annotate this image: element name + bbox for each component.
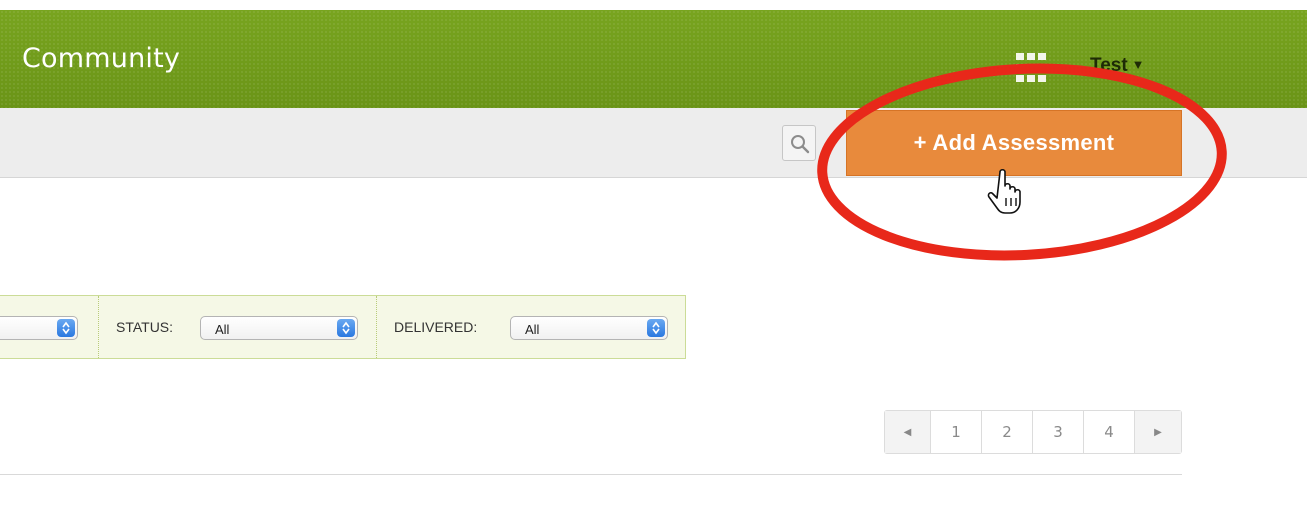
pagination: ◀ 1 2 3 4 ▶ bbox=[884, 410, 1182, 454]
filter-divider bbox=[376, 296, 377, 358]
search-icon bbox=[791, 135, 810, 154]
grid-dot bbox=[1038, 53, 1046, 60]
first-filter-select[interactable] bbox=[0, 316, 78, 340]
pagination-next-icon[interactable]: ▶ bbox=[1135, 411, 1181, 453]
delivered-filter-value: All bbox=[525, 322, 540, 337]
grid-dot bbox=[1027, 53, 1035, 60]
select-arrows-icon bbox=[57, 319, 75, 337]
select-arrows-icon bbox=[337, 319, 355, 337]
delivered-filter-select[interactable]: All bbox=[510, 316, 668, 340]
pagination-prev-icon[interactable]: ◀ bbox=[885, 411, 931, 453]
highlight-ellipse bbox=[817, 63, 1227, 261]
filter-bar: STATUS: All DELIVERED: All bbox=[0, 295, 686, 359]
pagination-page-1[interactable]: 1 bbox=[931, 411, 982, 453]
brand-title[interactable]: Community bbox=[22, 43, 180, 74]
status-filter-label: STATUS: bbox=[116, 319, 174, 335]
status-filter-select[interactable]: All bbox=[200, 316, 358, 340]
delivered-filter-label: DELIVERED: bbox=[394, 319, 478, 335]
pagination-page-4[interactable]: 4 bbox=[1084, 411, 1135, 453]
select-arrows-icon bbox=[647, 319, 665, 337]
content-divider bbox=[0, 474, 1182, 475]
grid-dot bbox=[1016, 53, 1024, 60]
pagination-page-2[interactable]: 2 bbox=[982, 411, 1033, 453]
pagination-page-3[interactable]: 3 bbox=[1033, 411, 1084, 453]
filter-divider bbox=[98, 296, 99, 358]
status-filter-value: All bbox=[215, 322, 230, 337]
